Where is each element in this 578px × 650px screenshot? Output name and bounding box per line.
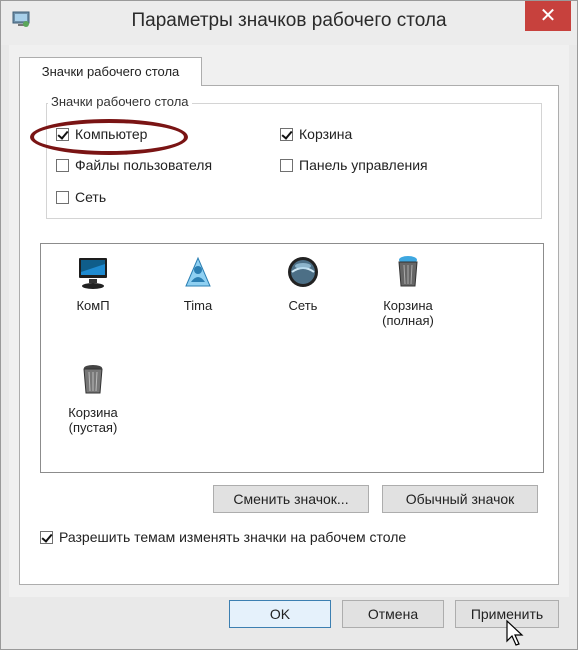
icon-item-recycle-bin-empty[interactable]: Корзина (пустая)	[48, 359, 138, 435]
mouse-cursor-icon	[506, 619, 524, 646]
icon-item-label: Корзина (пустая)	[68, 405, 118, 435]
computer-icon	[79, 258, 107, 289]
network-icon	[288, 257, 318, 287]
group-legend: Значки рабочего стола	[48, 94, 192, 109]
icon-item-recycle-bin-full[interactable]: Корзина (полная)	[363, 252, 453, 328]
tab-panel: Значки рабочего стола Компьютер Корзина …	[19, 85, 559, 585]
checkbox-box-checked[interactable]	[56, 127, 69, 141]
icon-item-network[interactable]: Сеть	[258, 252, 348, 313]
icon-item-computer[interactable]: КомП	[48, 252, 138, 313]
checkbox-box-checked[interactable]	[40, 530, 53, 544]
checkbox-box[interactable]	[56, 158, 69, 172]
ok-button[interactable]: OK	[229, 600, 331, 628]
icon-list[interactable]: КомП Tima Сеть Корзина (полная) Корзина …	[40, 243, 544, 473]
icon-item-label: КомП	[76, 298, 110, 313]
checkbox-recycle-bin[interactable]: Корзина	[280, 126, 352, 142]
icon-item-label: Корзина (полная)	[382, 298, 434, 328]
recycle-bin-empty-icon	[83, 365, 103, 394]
cancel-button[interactable]: Отмена	[342, 600, 444, 628]
checkbox-label: Корзина	[299, 126, 353, 142]
icon-item-label: Tima	[183, 298, 213, 313]
icon-item-user[interactable]: Tima	[153, 252, 243, 313]
checkbox-label: Компьютер	[75, 126, 148, 142]
checkbox-label: Панель управления	[299, 157, 428, 173]
checkbox-label: Сеть	[75, 189, 107, 205]
checkbox-control-panel[interactable]: Панель управления	[280, 157, 428, 173]
change-icon-button[interactable]: Сменить значок...	[213, 485, 369, 513]
checkbox-allow-themes[interactable]: Разрешить темам изменять значки на рабоч…	[40, 529, 406, 545]
checkbox-network[interactable]: Сеть	[56, 189, 106, 205]
close-button[interactable]: ✕	[525, 1, 571, 31]
checkbox-box[interactable]	[56, 190, 69, 204]
close-icon[interactable]: ✕	[540, 5, 557, 27]
checkbox-user-files[interactable]: Файлы пользователя	[56, 157, 212, 173]
checkbox-computer[interactable]: Компьютер	[56, 126, 147, 142]
icon-item-label: Сеть	[288, 298, 318, 313]
tab-desktop-icons[interactable]: Значки рабочего стола	[19, 57, 202, 86]
checkbox-box[interactable]	[280, 158, 293, 172]
dialog-window: Параметры значков рабочего стола ✕ Значк…	[0, 0, 578, 650]
checkbox-box-checked[interactable]	[280, 127, 293, 141]
recycle-bin-full-icon	[398, 256, 418, 287]
checkbox-label: Файлы пользователя	[75, 157, 213, 173]
dialog-client-area: Значки рабочего стола Значки рабочего ст…	[9, 45, 569, 597]
checkbox-label: Разрешить темам изменять значки на рабоч…	[59, 529, 407, 545]
default-icon-button[interactable]: Обычный значок	[382, 485, 538, 513]
window-title: Параметры значков рабочего стола	[131, 10, 447, 31]
user-folder-icon	[185, 256, 211, 287]
title-bar[interactable]: Параметры значков рабочего стола ✕	[1, 1, 577, 45]
